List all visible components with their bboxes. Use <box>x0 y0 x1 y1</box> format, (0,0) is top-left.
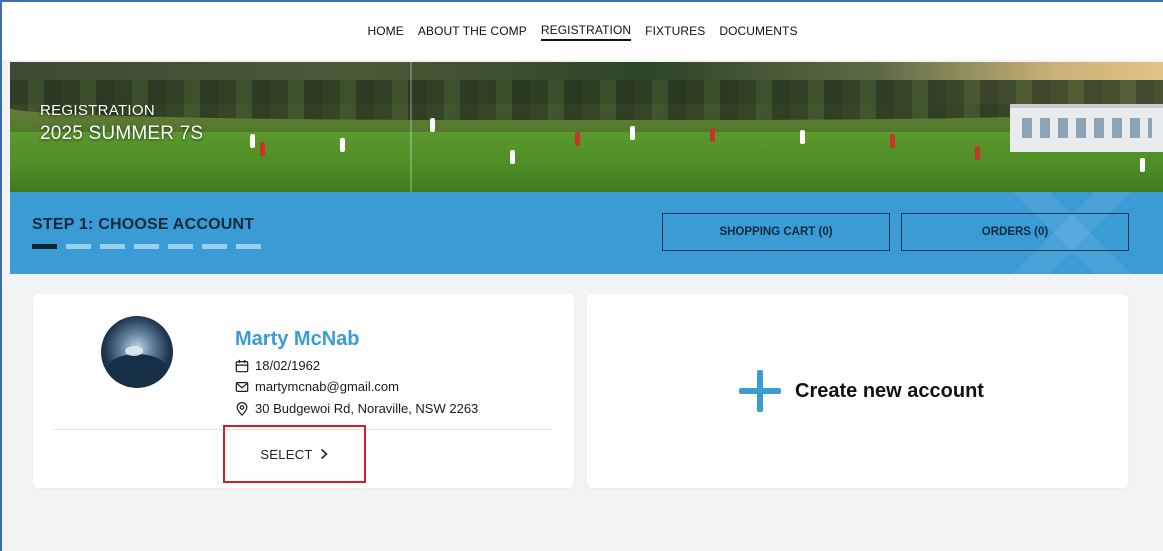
account-email-value: martymcnab@gmail.com <box>255 379 399 394</box>
shopping-cart-button[interactable]: SHOPPING CART (0) <box>662 213 890 251</box>
hero-player <box>575 132 580 146</box>
avatar-wave <box>107 354 167 384</box>
account-card: Marty McNab 18/02/1962 martymcnab@gmail.… <box>33 294 574 488</box>
select-label: SELECT <box>260 446 313 462</box>
create-account-content: Create new account <box>739 370 984 412</box>
hero-player <box>250 134 255 148</box>
step-progress <box>32 244 261 249</box>
step-title: STEP 1: CHOOSE ACCOUNT <box>32 216 255 233</box>
nav-home[interactable]: HOME <box>367 22 403 40</box>
account-address-value: 30 Budgewoi Rd, Noraville, NSW 2263 <box>255 401 479 416</box>
step-indicator <box>202 244 227 249</box>
avatar <box>101 316 173 388</box>
calendar-icon <box>235 359 249 372</box>
account-email: martymcnab@gmail.com <box>235 379 399 394</box>
avatar-foam <box>125 346 143 356</box>
create-account-card[interactable]: Create new account <box>587 294 1128 488</box>
create-account-label: Create new account <box>795 379 984 402</box>
hero-player <box>510 150 515 164</box>
nav-documents[interactable]: DOCUMENTS <box>719 22 797 40</box>
hero-player <box>800 130 805 144</box>
hero-player <box>340 138 345 152</box>
plus-icon <box>739 370 781 412</box>
hero-player <box>890 134 895 148</box>
location-pin-icon <box>236 401 248 416</box>
hero-subtitle: REGISTRATION <box>40 102 155 119</box>
nav-registration[interactable]: REGISTRATION <box>540 21 632 41</box>
select-account-button[interactable]: SELECT <box>223 425 366 483</box>
account-dob: 18/02/1962 <box>235 358 320 373</box>
mail-icon <box>235 381 249 392</box>
step-indicator <box>134 244 159 249</box>
step-indicator <box>236 244 261 249</box>
hero-player <box>630 126 635 140</box>
step-indicator <box>66 244 91 249</box>
nav-fixtures[interactable]: FIXTURES <box>645 22 705 40</box>
account-address: 30 Budgewoi Rd, Noraville, NSW 2263 <box>235 401 478 416</box>
step-bar: STEP 1: CHOOSE ACCOUNT SHOPPING CART (0)… <box>10 192 1163 274</box>
hero-text: REGISTRATION 2025 SUMMER 7S <box>40 102 203 145</box>
top-navigation: HOME ABOUT THE COMP REGISTRATION FIXTURE… <box>2 2 1163 60</box>
hero-player <box>1140 158 1145 172</box>
step-indicator <box>32 244 57 249</box>
hero-player <box>430 118 435 132</box>
hero-player <box>710 128 715 142</box>
hero-player <box>975 146 980 160</box>
chevron-right-icon <box>320 448 328 460</box>
hero-clubhouse <box>1010 104 1163 152</box>
hero-image-seam <box>410 62 412 192</box>
orders-button[interactable]: ORDERS (0) <box>901 213 1129 251</box>
account-dob-value: 18/02/1962 <box>255 358 321 373</box>
nav-about-the-comp[interactable]: ABOUT THE COMP <box>418 22 527 40</box>
step-indicator <box>168 244 193 249</box>
hero-title: 2025 SUMMER 7S <box>40 123 204 144</box>
browser-frame: HOME ABOUT THE COMP REGISTRATION FIXTURE… <box>0 0 1163 551</box>
step-indicator <box>100 244 125 249</box>
account-name: Marty McNab <box>235 328 360 350</box>
hero-banner: REGISTRATION 2025 SUMMER 7S <box>10 62 1163 192</box>
hero-player <box>260 142 265 156</box>
